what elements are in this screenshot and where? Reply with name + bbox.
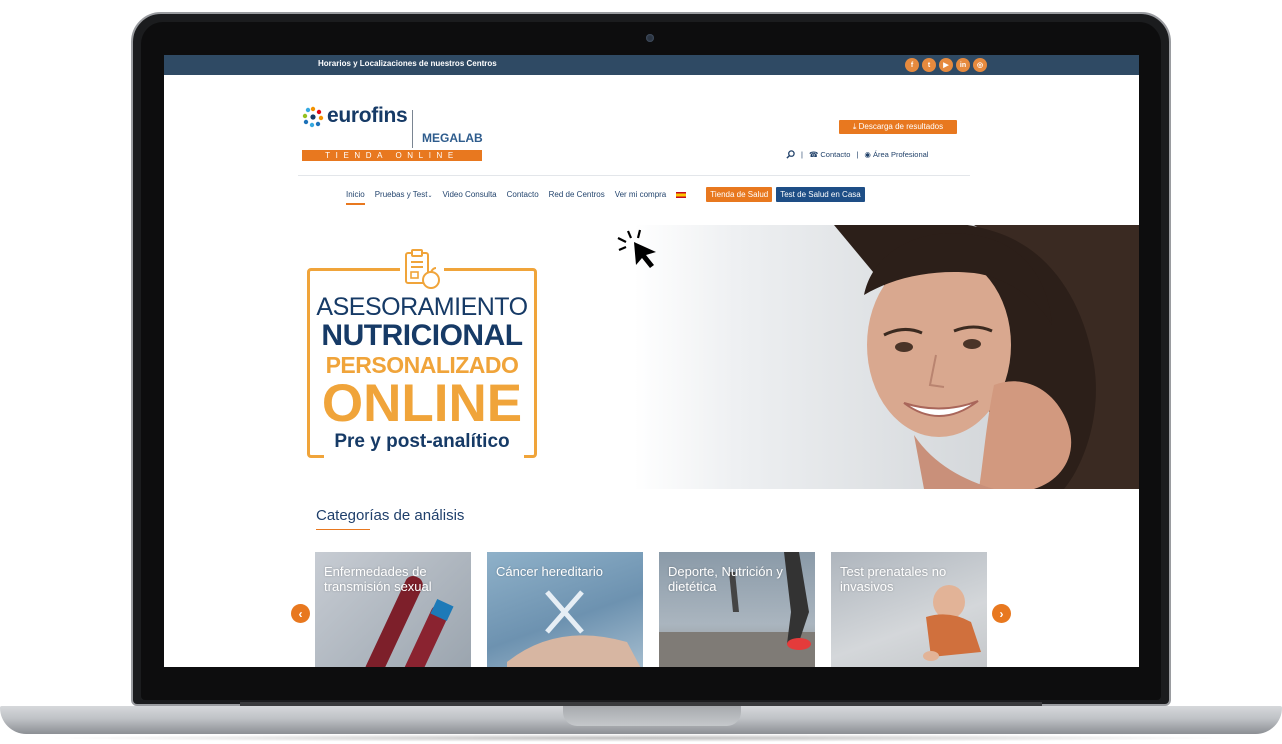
tienda-online-bar: TIENDA ONLINE: [302, 150, 482, 161]
contact-label: Contacto: [820, 150, 851, 159]
hero-line-online: ONLINE: [321, 374, 523, 433]
social-links: f t ▶ in ◎: [905, 58, 987, 72]
locations-link[interactable]: Horarios y Localizaciones de nuestros Ce…: [318, 59, 497, 68]
categories-underline: [316, 529, 370, 530]
hero-line-pre-post: Pre y post-analítico: [334, 431, 510, 452]
download-results-button[interactable]: ⤓ Descarga de resultados: [839, 120, 957, 134]
divider: |: [856, 150, 859, 159]
brand-subtitle: MEGALAB: [422, 131, 483, 145]
nav-item-video-consulta[interactable]: Video Consulta: [443, 190, 497, 199]
nav-item-contacto[interactable]: Contacto: [507, 190, 539, 199]
search-icon[interactable]: [786, 150, 795, 159]
category-label: Cáncer hereditario: [496, 564, 603, 579]
header-links: | ☎ Contacto | ◉ Área Profesional: [786, 150, 928, 159]
contact-link[interactable]: ☎ Contacto: [809, 150, 850, 159]
linkedin-icon[interactable]: in: [956, 58, 970, 72]
test-casa-button[interactable]: Test de Salud en Casa: [776, 187, 865, 202]
professional-label: Área Profesional: [873, 150, 929, 159]
youtube-icon[interactable]: ▶: [939, 58, 953, 72]
category-card[interactable]: Deporte, Nutrición y dietética: [659, 552, 815, 667]
carousel-prev-button[interactable]: ‹: [291, 604, 310, 623]
logo-wordmark[interactable]: eurofins: [327, 104, 408, 128]
twitter-icon[interactable]: t: [922, 58, 936, 72]
category-carousel: Enfermedades de transmisión sexual Cánce…: [315, 552, 987, 667]
divider: |: [801, 150, 803, 159]
nav-item-pruebas-label: Pruebas y Test: [374, 190, 428, 199]
hero-line-asesoramiento: ASESORAMIENTO: [316, 293, 528, 321]
category-card[interactable]: Enfermedades de transmisión sexual: [315, 552, 471, 667]
category-label: Test prenatales no invasivos: [840, 564, 947, 594]
top-bar: Horarios y Localizaciones de nuestros Ce…: [164, 55, 1139, 75]
header-divider: [298, 175, 970, 176]
main-nav: Inicio Pruebas y Test⌄ Video Consulta Co…: [346, 187, 865, 205]
laptop-shadow: [40, 734, 1242, 742]
phone-icon: ☎: [808, 150, 819, 159]
browser-screen: Horarios y Localizaciones de nuestros Ce…: [164, 55, 1139, 667]
nav-item-red-centros[interactable]: Red de Centros: [549, 190, 605, 199]
instagram-icon[interactable]: ◎: [973, 58, 987, 72]
professional-area-link[interactable]: ◉ Área Profesional: [864, 150, 928, 159]
facebook-icon[interactable]: f: [905, 58, 919, 72]
carousel-next-button[interactable]: ›: [992, 604, 1011, 623]
categories-title: Categorías de análisis: [316, 507, 465, 524]
hero-line-nutricional: NUTRICIONAL: [321, 319, 523, 352]
nav-item-inicio[interactable]: Inicio: [346, 190, 365, 205]
user-icon: ◉: [864, 150, 871, 159]
nav-item-pruebas[interactable]: Pruebas y Test⌄: [375, 190, 433, 199]
clipboard-apple-icon: [400, 247, 444, 293]
nav-item-ver-compra[interactable]: Ver mi compra: [615, 190, 667, 199]
category-card[interactable]: Test prenatales no invasivos: [831, 552, 987, 667]
chevron-down-icon: ⌄: [427, 193, 433, 199]
tienda-salud-button[interactable]: Tienda de Salud: [706, 187, 773, 202]
webcam: [646, 34, 654, 42]
download-label: Descarga de resultados: [858, 122, 944, 131]
smiling-woman-image: [834, 225, 1139, 489]
click-cursor-icon: [617, 229, 656, 268]
category-card[interactable]: Cáncer hereditario: [487, 552, 643, 667]
logo-divider: [412, 110, 413, 148]
category-label: Enfermedades de transmisión sexual: [324, 564, 432, 594]
eurofins-logo-icon[interactable]: [302, 106, 324, 128]
laptop-mockup: Horarios y Localizaciones de nuestros Ce…: [0, 0, 1282, 744]
category-label: Deporte, Nutrición y dietética: [668, 564, 783, 594]
spain-flag-icon[interactable]: [676, 191, 687, 198]
laptop-notch: [563, 706, 741, 726]
